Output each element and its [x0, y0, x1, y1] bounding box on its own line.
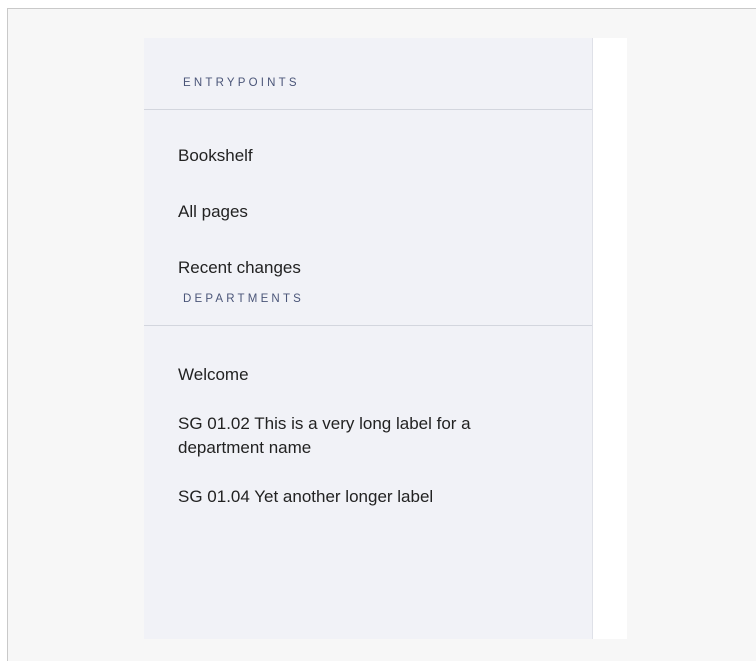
- sidebar-item-label: All pages: [178, 202, 248, 221]
- sidebar-item-label: SG 01.04 Yet another longer label: [178, 487, 434, 506]
- departments-list: Welcome SG 01.02 This is a very long lab…: [144, 326, 592, 509]
- entrypoints-list: Bookshelf All pages Recent changes: [144, 110, 592, 280]
- sidebar-item-label: Recent changes: [178, 258, 301, 277]
- departments-title: DEPARTMENTS: [183, 293, 305, 305]
- sidebar-item-all-pages[interactable]: All pages: [144, 200, 592, 224]
- entrypoints-section-header: ENTRYPOINTS: [144, 38, 592, 110]
- sidebar-item-label: Bookshelf: [178, 146, 253, 165]
- sidebar-item-label: SG 01.02 This is a very long label for a…: [178, 414, 471, 457]
- sidebar-item-sg-01-02[interactable]: SG 01.02 This is a very long label for a…: [144, 412, 592, 460]
- sidebar-item-sg-01-04[interactable]: SG 01.04 Yet another longer label: [144, 485, 592, 509]
- sidebar-item-label: Welcome: [178, 365, 249, 384]
- sidebar-item-bookshelf[interactable]: Bookshelf: [144, 144, 592, 168]
- sidebar-item-welcome[interactable]: Welcome: [144, 363, 592, 387]
- entrypoints-title: ENTRYPOINTS: [183, 77, 300, 89]
- content-area: [593, 38, 627, 639]
- sidebar: ENTRYPOINTS Bookshelf All pages Recent c…: [144, 38, 593, 639]
- departments-section-header: DEPARTMENTS: [144, 280, 592, 326]
- sidebar-item-recent-changes[interactable]: Recent changes: [144, 256, 592, 280]
